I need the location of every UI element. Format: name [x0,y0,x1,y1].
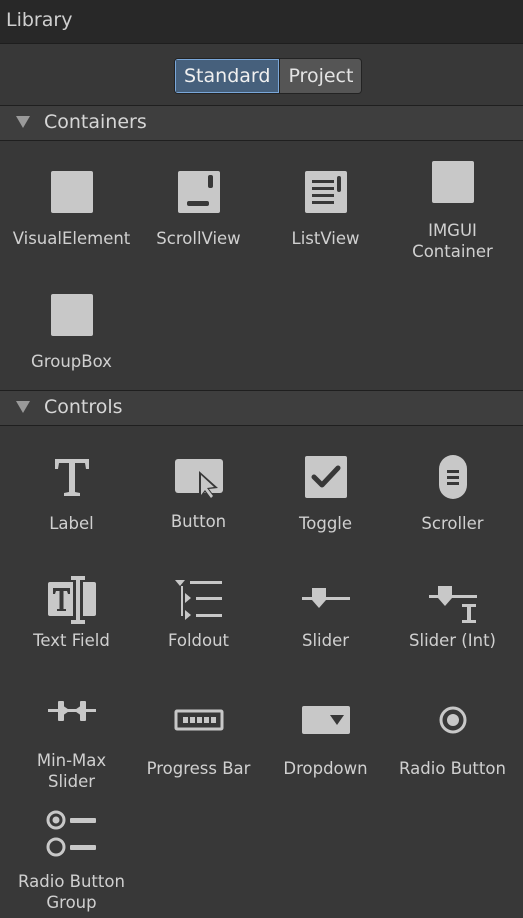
group-box-icon [50,293,94,337]
dropdown-icon [300,698,352,742]
item-label: IMGUI Container [412,221,493,261]
item-label: Progress Bar [146,759,251,778]
tab-standard[interactable]: Standard [175,59,280,93]
expand-triangle-icon[interactable] [16,116,30,128]
library-item-group-box[interactable]: GroupBox [8,293,135,372]
section-header-containers[interactable]: Containers [0,105,523,141]
scroll-view-icon [177,170,221,214]
library-item-visual-element[interactable]: VisualElement [8,170,135,249]
item-label: Min-Max Slider [36,751,107,791]
library-item-min-max-slider[interactable]: Min-Max Slider [8,698,135,792]
min-max-slider-icon [46,698,98,728]
section-title-controls: Controls [44,396,123,418]
item-label: Scroller [421,514,484,533]
window-title: Library [6,9,73,31]
library-item-radio-button-group[interactable]: Radio Button Group [8,808,135,913]
item-label: Text Field [33,631,110,650]
slider-int-icon [427,576,479,623]
library-item-slider[interactable]: Slider [262,576,389,651]
library-item-radio-button[interactable]: Radio Button [389,698,516,779]
expand-triangle-icon[interactable] [16,401,30,413]
progress-bar-icon [173,698,225,742]
imgui-container-icon [431,160,475,204]
item-label: GroupBox [31,352,112,371]
library-item-toggle[interactable]: Toggle [262,455,389,534]
tab-project[interactable]: Project [279,59,362,93]
item-label: Toggle [298,514,353,533]
item-label: Slider [301,631,350,650]
item-label: Radio Button Group [18,872,125,912]
button-icon [173,455,225,500]
item-label: Radio Button [399,759,506,778]
item-label: Button [170,512,227,531]
section-title-containers: Containers [44,111,147,133]
item-label: Label [49,514,94,533]
item-label: Slider (Int) [409,631,496,650]
library-item-list-view[interactable]: ListView [262,170,389,249]
text-field-icon [46,576,98,624]
label-icon [50,455,94,499]
library-item-label[interactable]: Label [8,455,135,534]
library-item-dropdown[interactable]: Dropdown [262,698,389,779]
item-label: ScrollView [156,229,241,248]
toggle-icon [304,455,348,499]
visual-element-icon [50,170,94,214]
library-item-foldout[interactable]: Foldout [135,576,262,651]
library-title-bar: Library [0,0,523,44]
item-label: Dropdown [283,759,368,778]
library-item-progress-bar[interactable]: Progress Bar [135,698,262,779]
library-item-slider-int[interactable]: Slider (Int) [389,576,516,651]
foldout-icon [174,576,224,620]
radio-button-group-icon [46,808,98,858]
library-item-imgui-container[interactable]: IMGUI Container [389,160,516,262]
radio-button-icon [431,698,475,742]
item-label: Foldout [167,631,230,650]
item-label: ListView [291,229,360,248]
section-header-controls[interactable]: Controls [0,390,523,426]
slider-icon [300,576,352,620]
scroller-icon [431,455,475,499]
library-item-button[interactable]: Button [135,455,262,532]
library-item-text-field[interactable]: Text Field [8,576,135,651]
item-label: VisualElement [12,229,131,248]
library-item-scroller[interactable]: Scroller [389,455,516,534]
library-item-scroll-view[interactable]: ScrollView [135,170,262,249]
list-view-icon [304,170,348,214]
library-tab-toggle: Standard Project [174,58,363,94]
